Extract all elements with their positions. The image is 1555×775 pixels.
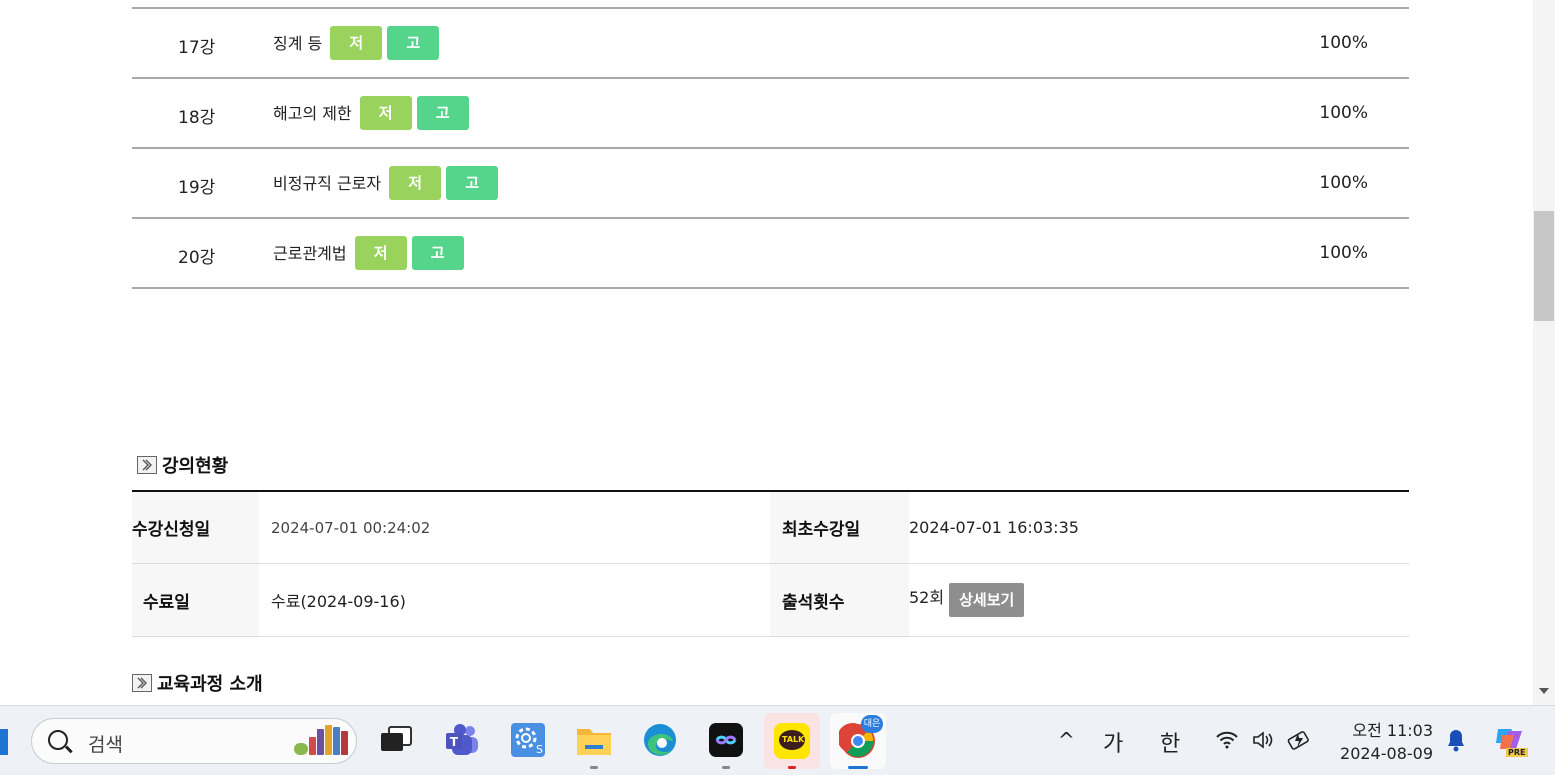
lecture-title-cell: 비정규직 근로자 저 고 — [273, 166, 503, 200]
svg-text:T: T — [450, 735, 459, 749]
battery-icon[interactable] — [1284, 720, 1314, 760]
lecture-progress: 100% — [1319, 33, 1368, 53]
running-indicator — [788, 766, 796, 769]
running-indicator — [722, 766, 730, 769]
lecture-row: 19강 비정규직 근로자 저 고 100% — [132, 149, 1409, 219]
lecture-title-cell: 근로관계법 저 고 — [273, 236, 469, 270]
status-section-header: 강의현황 — [137, 452, 228, 478]
lecture-g-button[interactable]: 고 — [416, 96, 469, 130]
lecture-j-button[interactable]: 저 — [354, 236, 407, 270]
lecture-j-button[interactable]: 저 — [330, 26, 383, 60]
lecture-g-button[interactable]: 고 — [387, 26, 440, 60]
clock-time: 오전 11:03 — [1352, 721, 1433, 740]
teams-icon[interactable]: T — [442, 720, 482, 760]
search-highlight-books-icon — [294, 725, 348, 755]
chrome-app-button[interactable]: 대은 — [830, 713, 886, 769]
ime-mode-indicator[interactable]: 가 — [1103, 726, 1123, 758]
search-icon — [48, 730, 68, 750]
attendance-count: 52회 — [909, 588, 945, 607]
lecture-table: 17강 징계 등 저 고 100% 18강 해고의 제한 저 고 100% 19… — [132, 7, 1409, 289]
status-row: 수강신청일 2024-07-01 00:24:02 최초수강일 2024-07-… — [132, 492, 1409, 564]
scrollbar-thumb[interactable] — [1534, 211, 1554, 321]
section-title: 교육과정 소개 — [157, 674, 263, 695]
clock-date: 2024-08-09 — [1340, 744, 1433, 763]
lecture-j-button[interactable]: 저 — [389, 166, 442, 200]
system-clock[interactable]: 오전 11:03 2024-08-09 — [1340, 719, 1433, 765]
search-placeholder: 검색 — [88, 734, 123, 756]
completion-date-label: 수료일 — [132, 564, 259, 636]
lecture-number: 17강 — [178, 38, 216, 58]
wifi-icon[interactable] — [1212, 720, 1242, 760]
settings-icon[interactable]: S — [508, 720, 548, 760]
lecture-row: 17강 징계 등 저 고 100% — [132, 9, 1409, 79]
task-view-icon[interactable] — [376, 720, 416, 760]
start-button[interactable] — [0, 729, 8, 755]
taskbar-search-box[interactable]: 검색 — [31, 718, 357, 764]
status-table: 수강신청일 2024-07-01 00:24:02 최초수강일 2024-07-… — [132, 490, 1409, 637]
vertical-scrollbar[interactable] — [1533, 0, 1555, 705]
kakaotalk-label: TALK — [782, 735, 805, 744]
lecture-g-button[interactable]: 고 — [411, 236, 464, 270]
edge-icon[interactable] — [640, 720, 680, 760]
intro-section-header: 교육과정 소개 — [132, 670, 263, 696]
file-explorer-icon[interactable] — [574, 720, 614, 760]
lecture-title-cell: 해고의 제한 저 고 — [273, 96, 474, 130]
enroll-date-label: 수강신청일 — [132, 492, 259, 563]
completion-date-value: 수료(2024-09-16) — [271, 592, 406, 611]
first-study-value: 2024-07-01 16:03:35 — [909, 518, 1079, 537]
scroll-down-arrow-icon[interactable] — [1539, 688, 1549, 694]
lecture-progress: 100% — [1319, 103, 1368, 123]
chrome-profile-badge: 대은 — [861, 715, 883, 733]
enroll-date-value: 2024-07-01 00:24:02 — [271, 518, 431, 537]
lecture-number: 19강 — [178, 178, 216, 198]
running-indicator — [590, 766, 598, 769]
notification-bell-icon[interactable] — [1441, 720, 1471, 760]
lecture-row: 20강 근로관계법 저 고 100% — [132, 219, 1409, 289]
copilot-icon[interactable]: PRE — [1490, 720, 1530, 760]
attendance-cell: 52회 상세보기 — [909, 564, 1025, 636]
lecture-title[interactable]: 해고의 제한 — [273, 100, 352, 124]
lecture-number: 18강 — [178, 108, 216, 128]
kakaotalk-app-button[interactable]: TALK — [764, 713, 820, 769]
section-title: 강의현황 — [162, 456, 229, 477]
lecture-j-button[interactable]: 저 — [359, 96, 412, 130]
copilot-pre-badge: PRE — [1506, 748, 1528, 757]
web-page-viewport: 17강 징계 등 저 고 100% 18강 해고의 제한 저 고 100% 19… — [0, 0, 1533, 705]
status-row: 수료일 수료(2024-09-16) 출석횟수 52회 상세보기 — [132, 564, 1409, 637]
lecture-title[interactable]: 근로관계법 — [273, 240, 347, 264]
svg-text:S: S — [536, 743, 543, 756]
detail-view-button[interactable]: 상세보기 — [949, 583, 1025, 617]
volume-icon[interactable] — [1248, 720, 1278, 760]
lecture-number: 20강 — [178, 248, 216, 268]
ime-language-indicator[interactable]: 한 — [1160, 726, 1180, 758]
capcut-icon[interactable] — [706, 720, 746, 760]
show-hidden-icons-chevron[interactable]: ^ — [1058, 728, 1075, 752]
active-indicator — [848, 766, 868, 769]
windows-taskbar: 검색 T S TALK 대은 ^ 가 한 오전 11:03 2024-08-09… — [0, 705, 1555, 775]
attendance-label: 출석횟수 — [770, 564, 909, 636]
lecture-row: 18강 해고의 제한 저 고 100% — [132, 79, 1409, 149]
lecture-progress: 100% — [1319, 243, 1368, 263]
lecture-title[interactable]: 비정규직 근로자 — [273, 170, 381, 194]
chevron-right-icon — [132, 674, 152, 692]
lecture-title-cell: 징계 등 저 고 — [273, 26, 444, 60]
lecture-g-button[interactable]: 고 — [446, 166, 499, 200]
chevron-right-icon — [137, 456, 157, 474]
first-study-label: 최초수강일 — [770, 492, 909, 563]
lecture-title[interactable]: 징계 등 — [273, 30, 322, 54]
lecture-progress: 100% — [1319, 173, 1368, 193]
